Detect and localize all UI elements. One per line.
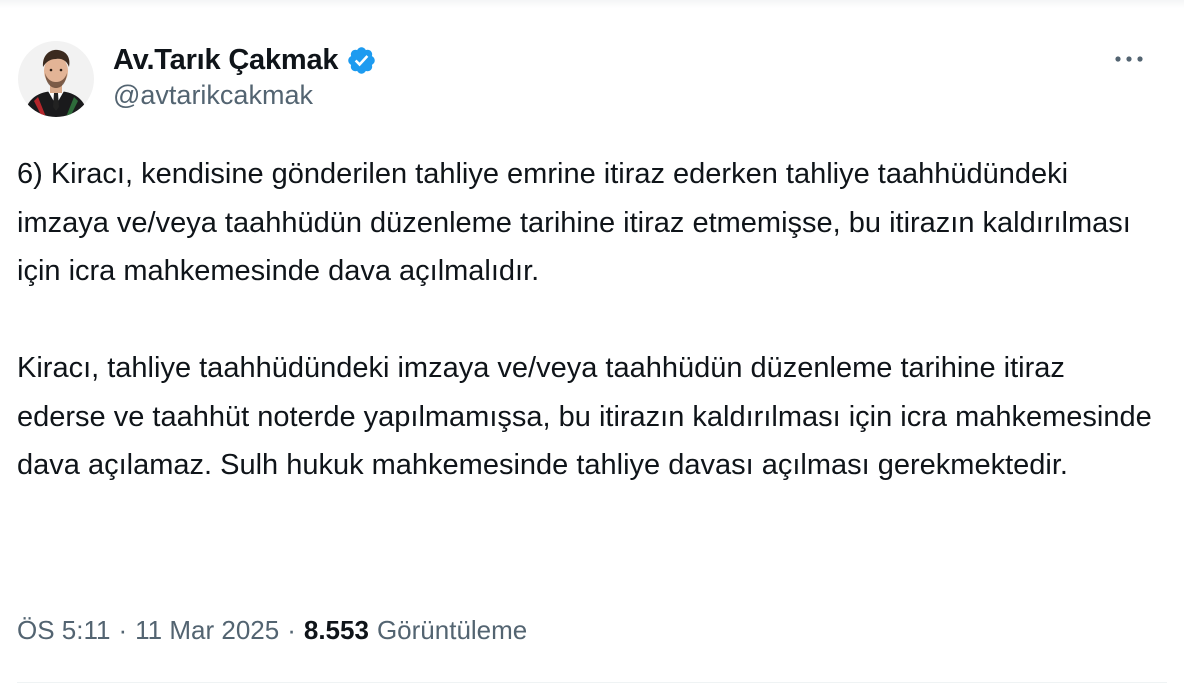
tweet-text: 6) Kiracı, kendisine gönderilen tahliye … — [17, 150, 1157, 490]
meta-separator: · — [287, 614, 296, 645]
tweet-date[interactable]: 11 Mar 2025 — [135, 615, 279, 646]
views-label: Görüntüleme — [376, 614, 528, 645]
more-options-button[interactable] — [1106, 44, 1152, 74]
views-count[interactable]: 8.553 — [304, 615, 369, 646]
more-horizontal-icon — [1115, 56, 1143, 62]
author-handle[interactable]: @avtarikcakmak — [113, 80, 313, 111]
profile-photo — [18, 41, 94, 117]
tweet-time[interactable]: ÖS 5:11 — [17, 615, 110, 646]
avatar[interactable] — [18, 41, 94, 117]
display-name[interactable]: Av.Tarık Çakmak — [113, 44, 339, 77]
divider — [17, 682, 1167, 683]
author-name-row: Av.Tarık Çakmak — [113, 40, 377, 80]
tweet-paragraph: 6) Kiracı, kendisine gönderilen tahliye … — [17, 158, 1131, 287]
tweet-paragraph: Kiracı, tahliye taahhüdündeki imzaya ve/… — [17, 352, 1152, 481]
tweet-meta: ÖS 5:11 · 11 Mar 2025 · 8.553 Görüntülem… — [17, 610, 527, 650]
meta-separator: · — [118, 614, 128, 645]
tweet: Av.Tarık Çakmak @avtarikcakmak 6) Kiracı… — [0, 0, 1184, 700]
verified-badge-icon[interactable] — [346, 45, 377, 76]
